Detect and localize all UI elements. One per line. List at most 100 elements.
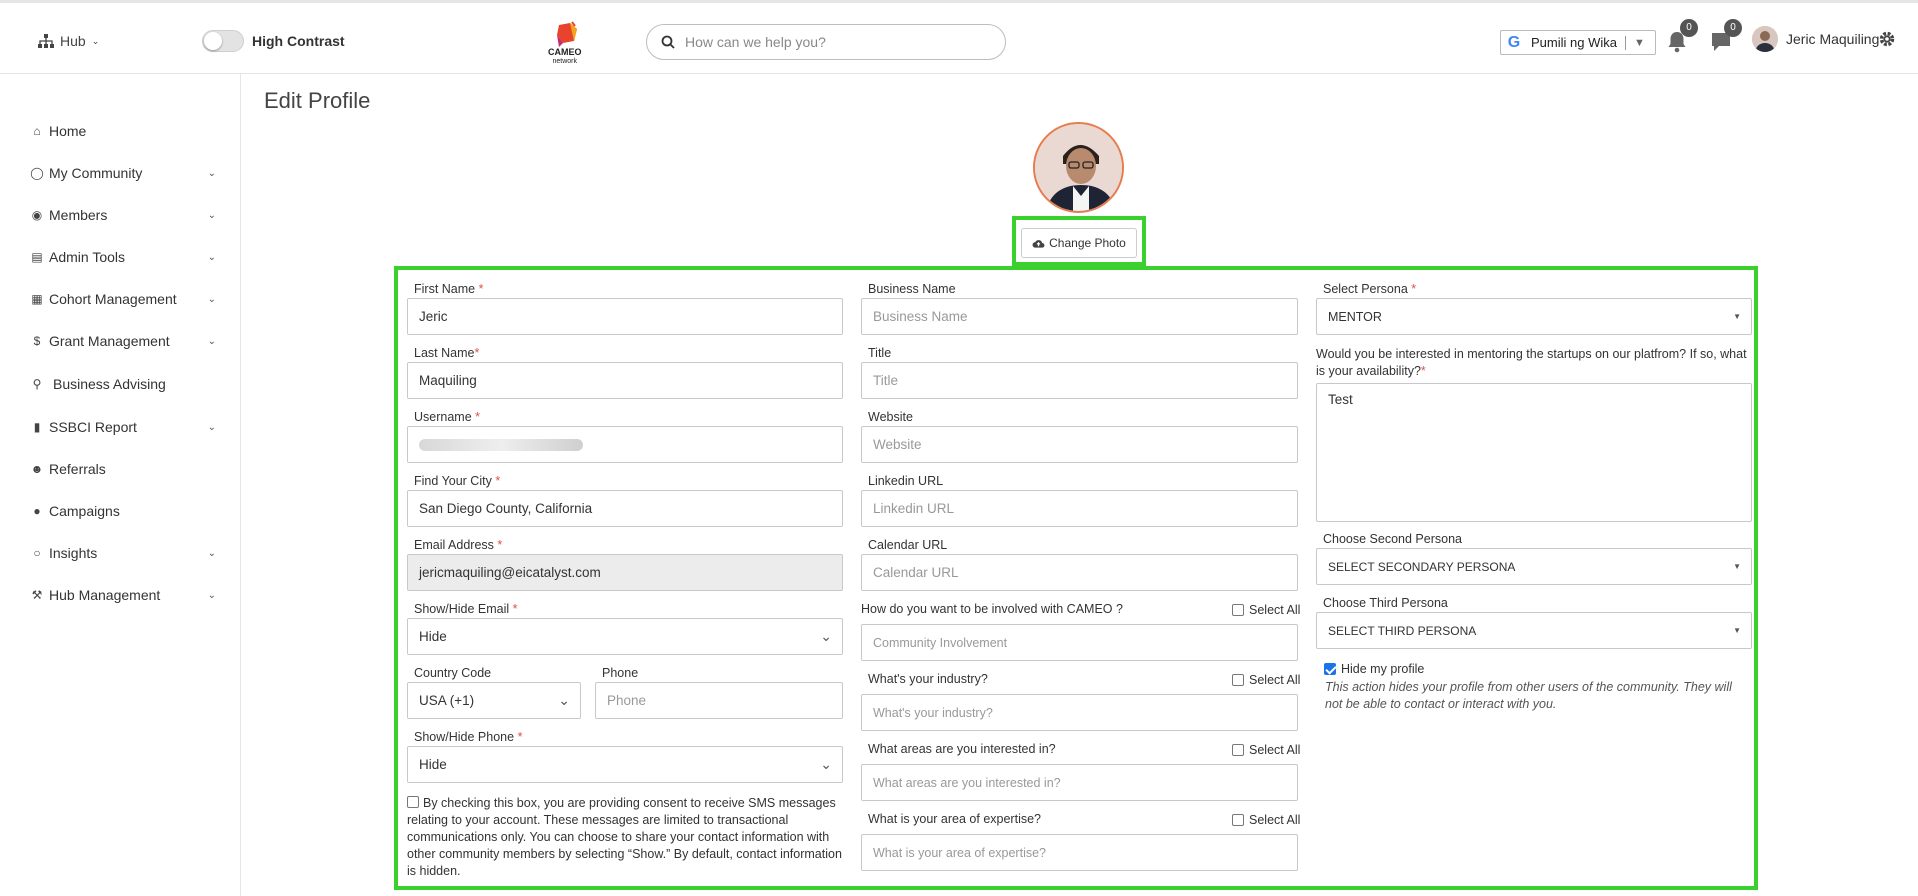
website-label: Website <box>868 410 913 424</box>
change-photo-button[interactable]: Change Photo <box>1021 228 1137 258</box>
logo-text: CAMEO network <box>548 47 582 66</box>
search-bar[interactable] <box>646 24 1006 60</box>
wrench-icon: ⚒ <box>31 588 43 602</box>
sidebar-item-referrals[interactable]: ☻ Referrals <box>30 457 216 481</box>
mentoring-availability-textarea[interactable]: Test <box>1316 383 1752 522</box>
third-persona-select[interactable]: SELECT THIRD PERSONA ▼ <box>1316 612 1752 649</box>
persona-select[interactable]: MENTOR ▼ <box>1316 298 1752 335</box>
city-label: Find Your City * <box>414 474 501 488</box>
user-circle-icon: ◉ <box>31 208 43 222</box>
select-all-checkbox[interactable] <box>1232 604 1244 616</box>
username-field[interactable] <box>407 426 843 463</box>
chevron-down-icon: ⌄ <box>820 628 832 644</box>
sidebar-item-home[interactable]: ⌂ Home <box>30 119 216 143</box>
caret-down-icon: ▼ <box>1733 312 1741 321</box>
show-phone-label: Show/Hide Phone * <box>414 730 523 744</box>
avatar <box>1752 26 1778 52</box>
title-field[interactable]: Title <box>861 362 1298 399</box>
sidebar-item-grant-management[interactable]: $ Grant Management ⌄ <box>30 329 216 353</box>
business-name-field[interactable]: Business Name <box>861 298 1298 335</box>
hide-profile-checkbox[interactable] <box>1324 663 1336 675</box>
sms-consent-checkbox[interactable] <box>407 796 419 808</box>
interests-field[interactable]: What areas are you interested in? <box>861 764 1298 801</box>
sidebar: ⌂ Home ◯ My Community ⌄ ◉ Members ⌄ ▤ Ad… <box>0 74 241 896</box>
search-input[interactable] <box>685 34 985 50</box>
select-all-checkbox[interactable] <box>1232 744 1244 756</box>
show-phone-select[interactable]: Hide ⌄ <box>407 746 843 783</box>
website-field[interactable]: Website <box>861 426 1298 463</box>
cloud-upload-icon <box>1032 239 1045 248</box>
messages-badge: 0 <box>1724 19 1742 37</box>
involvement-select-all[interactable]: Select All <box>1232 603 1300 617</box>
select-all-checkbox[interactable] <box>1232 814 1244 826</box>
sidebar-item-insights[interactable]: ○ Insights ⌄ <box>30 541 216 565</box>
select-all-checkbox[interactable] <box>1232 674 1244 686</box>
sidebar-item-hub-management[interactable]: ⚒ Hub Management ⌄ <box>30 583 216 607</box>
first-name-label: First Name * <box>414 282 484 296</box>
caret-down-icon: ▼ <box>1733 562 1741 571</box>
chevron-down-icon: ⌄ <box>558 692 570 708</box>
admin-tools-icon: ▤ <box>31 250 43 264</box>
hub-switcher[interactable]: Hub ⌄ <box>38 33 99 49</box>
chevron-down-icon: ⌄ <box>207 589 216 601</box>
expertise-label: What is your area of expertise? <box>868 812 1041 826</box>
second-persona-select[interactable]: SELECT SECONDARY PERSONA ▼ <box>1316 548 1752 585</box>
key-icon: ⚲ <box>32 377 42 391</box>
show-email-select[interactable]: Hide ⌄ <box>407 618 843 655</box>
expertise-select-all[interactable]: Select All <box>1232 813 1300 827</box>
home-icon: ⌂ <box>33 124 41 138</box>
chevron-down-icon: ⌄ <box>207 209 216 221</box>
user-name: Jeric Maquiling <box>1786 31 1880 47</box>
sidebar-item-campaigns[interactable]: ● Campaigns <box>30 499 216 523</box>
phone-field[interactable]: Phone <box>595 682 843 719</box>
chevron-down-icon: ⌄ <box>207 251 216 263</box>
sitemap-icon <box>38 34 54 48</box>
language-label: Pumili ng Wika <box>1531 35 1617 50</box>
city-field[interactable]: San Diego County, California <box>407 490 843 527</box>
title-label: Title <box>868 346 892 360</box>
third-persona-label: Choose Third Persona <box>1323 596 1448 610</box>
industry-field[interactable]: What's your industry? <box>861 694 1298 731</box>
linkedin-field[interactable]: Linkedin URL <box>861 490 1298 527</box>
calendar-field[interactable]: Calendar URL <box>861 554 1298 591</box>
sidebar-item-my-community[interactable]: ◯ My Community ⌄ <box>30 161 216 185</box>
language-selector[interactable]: G Pumili ng Wika ▼ <box>1500 30 1656 55</box>
phone-label: Phone <box>602 666 639 680</box>
expertise-field[interactable]: What is your area of expertise? <box>861 834 1298 871</box>
sidebar-item-members[interactable]: ◉ Members ⌄ <box>30 203 216 227</box>
sidebar-item-business-advising[interactable]: ⚲ Business Advising <box>30 372 216 396</box>
hide-profile-option[interactable]: Hide my profile <box>1324 662 1424 676</box>
business-name-label: Business Name <box>868 282 956 296</box>
high-contrast-label: High Contrast <box>252 33 345 49</box>
sidebar-item-ssbci-report[interactable]: ▮ SSBCI Report ⌄ <box>30 415 216 439</box>
country-code-select[interactable]: USA (+1) ⌄ <box>407 682 581 719</box>
messages-button[interactable]: 0 <box>1708 19 1742 55</box>
high-contrast-toggle[interactable] <box>202 30 244 52</box>
second-persona-label: Choose Second Persona <box>1323 532 1462 546</box>
top-bar: Hub ⌄ High Contrast CAMEO network G Pumi… <box>0 0 1918 74</box>
gear-icon[interactable] <box>1878 30 1896 48</box>
email-label: Email Address * <box>414 538 503 552</box>
dropdown-arrow-icon: ▼ <box>1633 36 1645 49</box>
hub-label: Hub <box>60 33 86 49</box>
chevron-down-icon: ⌄ <box>207 335 216 347</box>
cohort-icon: ▦ <box>31 292 43 306</box>
sidebar-item-admin-tools[interactable]: ▤ Admin Tools ⌄ <box>30 245 216 269</box>
email-field: jericmaquiling@eicatalyst.com <box>407 554 843 591</box>
high-contrast-control: High Contrast <box>202 30 345 52</box>
interests-label: What areas are you interested in? <box>868 742 1056 756</box>
hide-profile-note: This action hides your profile from othe… <box>1325 680 1732 711</box>
industry-select-all[interactable]: Select All <box>1232 673 1300 687</box>
chevron-down-icon: ⌄ <box>207 547 216 559</box>
interests-select-all[interactable]: Select All <box>1232 743 1300 757</box>
chevron-down-icon: ⌄ <box>207 167 216 179</box>
lightbulb-icon: ○ <box>33 546 41 560</box>
profile-photo <box>1033 122 1124 213</box>
last-name-field[interactable]: Maquiling <box>407 362 843 399</box>
sidebar-item-cohort-management[interactable]: ▦ Cohort Management ⌄ <box>30 287 216 311</box>
user-menu[interactable]: Jeric Maquiling <box>1752 26 1879 52</box>
country-code-label: Country Code <box>414 666 492 680</box>
notifications-button[interactable]: 0 <box>1664 19 1698 55</box>
involvement-field[interactable]: Community Involvement <box>861 624 1298 661</box>
first-name-field[interactable]: Jeric <box>407 298 843 335</box>
